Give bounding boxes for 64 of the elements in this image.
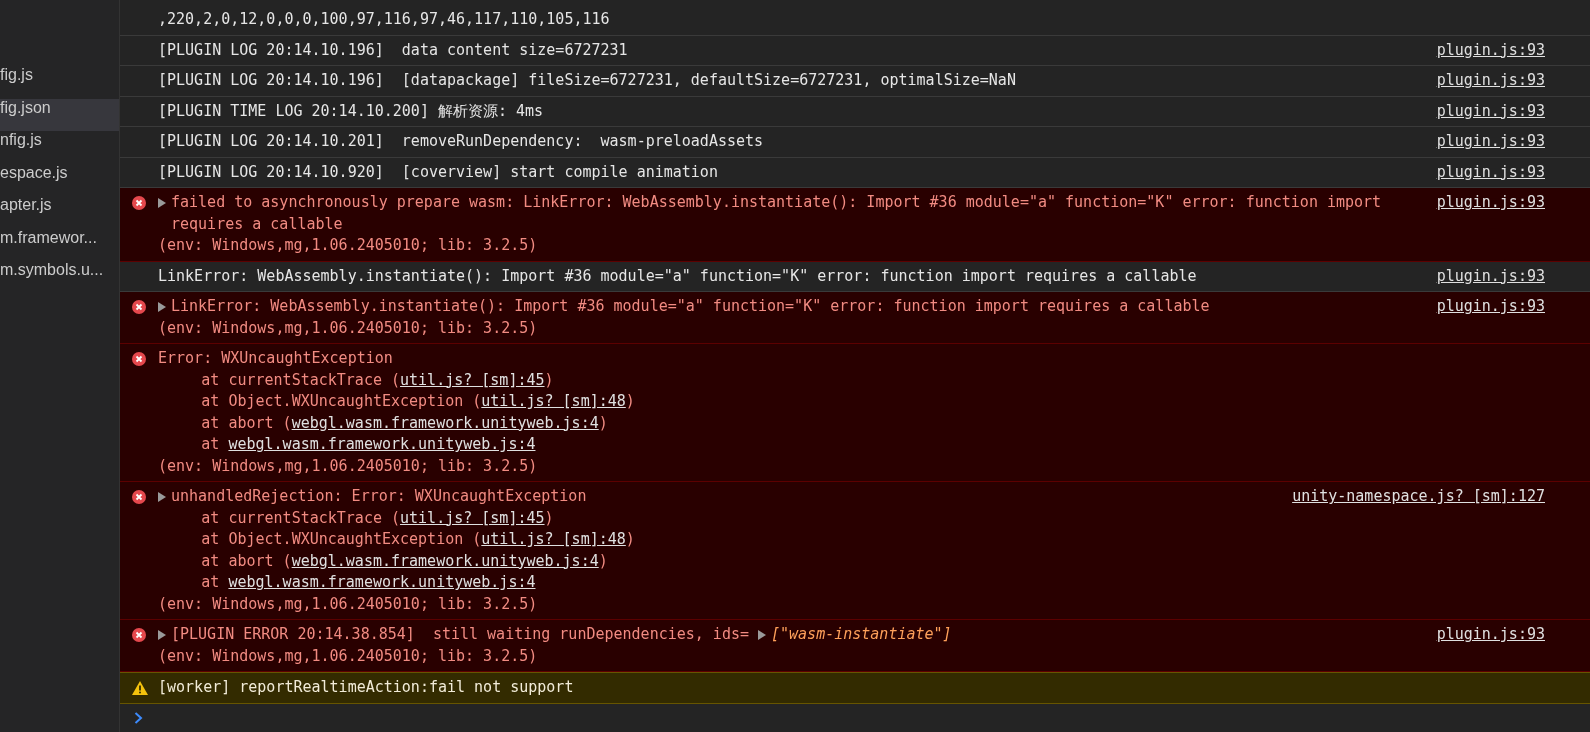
source-link[interactable]: plugin.js:93 [1436, 192, 1545, 214]
source-link[interactable]: plugin.js:93 [1436, 624, 1545, 646]
log-message: (env: Windows,mg,1.06.2405010; lib: 3.2.5) [158, 593, 539, 615]
stack-frame: at abort (webgl.wasm.framework.unityweb.js:4) [158, 412, 1545, 434]
log-message: LinkError: WebAssembly.instantiate(): Import #36 module="a" function="K" error: function import requires a callable [158, 265, 1198, 287]
source-link[interactable]: unity-namespace.js? [sm]:127 [1292, 486, 1545, 508]
file-item[interactable]: m.symbols.u... [0, 261, 119, 294]
log-message: [PLUGIN LOG 20:14.10.201] removeRunDependency: wasm-preloadAssets [158, 131, 765, 152]
source-link[interactable]: plugin.js:93 [1436, 265, 1545, 287]
log-message: LinkError: WebAssembly.instantiate(): Import #36 module="a" function="K" error: function import requires a callable [171, 296, 1210, 317]
log-message: failed to asynchronously prepare wasm: LinkError: WebAssembly.instantiate(): Import #36 module="a" function="K" error: function import requires a callable [171, 192, 1383, 235]
log-message: [PLUGIN TIME LOG 20:14.10.200] 解析资源: 4ms [158, 100, 545, 122]
log-message: (env: Windows,mg,1.06.2405010; lib: 3.2.5) [158, 235, 539, 256]
array-value[interactable]: ["wasm-instantiate"] [771, 624, 952, 646]
stack-link[interactable]: util.js? [sm]:48 [481, 529, 626, 551]
file-item[interactable]: espace.js [0, 163, 119, 196]
error-icon [132, 299, 146, 314]
file-item[interactable]: m.framewor... [0, 228, 119, 261]
stack-frame: at webgl.wasm.framework.unityweb.js:4 [158, 572, 1269, 594]
stack-frame: at Object.WXUncaughtException (util.js? [sm]:48) [158, 529, 1269, 551]
log-message: [worker] reportRealtimeAction:fail not support [158, 677, 575, 698]
log-message: ,220,2,0,12,0,0,0,100,97,116,97,46,117,110,105,116 [158, 9, 611, 30]
source-link[interactable]: plugin.js:93 [1436, 296, 1545, 318]
expand-icon[interactable] [758, 629, 766, 640]
expand-icon[interactable] [158, 492, 166, 502]
expand-icon[interactable] [158, 630, 166, 640]
log-message: [PLUGIN LOG 20:14.10.196] [datapackage] fileSize=6727231, defaultSize=6727231, optimalSize=NaN [158, 70, 1017, 91]
error-icon [132, 195, 146, 210]
file-item[interactable]: fig.json [0, 98, 119, 131]
stack-link[interactable]: webgl.wasm.framework.unityweb.js:4 [228, 572, 536, 594]
error-icon [132, 489, 146, 504]
log-message: [PLUGIN LOG 20:14.10.920] [coverview] start compile animation [158, 161, 719, 183]
stack-link[interactable]: webgl.wasm.framework.unityweb.js:4 [228, 434, 536, 456]
expand-icon[interactable] [158, 302, 166, 312]
stack-link[interactable]: webgl.wasm.framework.unityweb.js:4 [291, 412, 599, 434]
stack-link[interactable]: util.js? [sm]:45 [400, 507, 545, 529]
file-item[interactable]: apter.js [0, 196, 119, 229]
error-icon [132, 351, 146, 366]
log-message: unhandledRejection: Error: WXUncaughtException [171, 486, 587, 507]
source-link[interactable]: plugin.js:93 [1436, 161, 1545, 183]
stack-link[interactable]: util.js? [sm]:45 [400, 369, 545, 391]
log-message: [PLUGIN LOG 20:14.10.196] data content size=6727231 [158, 39, 629, 61]
error-icon [132, 627, 146, 642]
prompt-icon[interactable] [134, 711, 143, 724]
source-link[interactable]: plugin.js:93 [1436, 39, 1545, 61]
stack-frame: at currentStackTrace (util.js? [sm]:45) [158, 369, 1545, 391]
log-message: Error: WXUncaughtException [158, 348, 394, 369]
log-message: (env: Windows,mg,1.06.2405010; lib: 3.2.5) [158, 455, 539, 477]
stack-frame: at Object.WXUncaughtException (util.js? [sm]:48) [158, 391, 1545, 413]
stack-link[interactable]: util.js? [sm]:48 [481, 391, 626, 413]
source-link[interactable]: plugin.js:93 [1436, 100, 1545, 122]
stack-frame: at abort (webgl.wasm.framework.unityweb.js:4) [158, 550, 1269, 572]
stack-frame: at currentStackTrace (util.js? [sm]:45) [158, 507, 1269, 529]
warning-icon [132, 680, 148, 695]
stack-frame: at webgl.wasm.framework.unityweb.js:4 [158, 434, 1545, 456]
log-message: (env: Windows,mg,1.06.2405010; lib: 3.2.5) [158, 317, 539, 339]
file-item[interactable]: fig.js [0, 66, 119, 99]
log-message: (env: Windows,mg,1.06.2405010; lib: 3.2.5) [158, 645, 539, 667]
file-item[interactable]: nfig.js [0, 131, 119, 164]
log-message: [PLUGIN ERROR 20:14.38.854] still waiting runDependencies, ids= ["wasm-instantiate"] [171, 624, 952, 646]
source-link[interactable]: plugin.js:93 [1436, 131, 1545, 153]
expand-icon[interactable] [158, 198, 166, 208]
source-link[interactable]: plugin.js:93 [1436, 70, 1545, 92]
stack-link[interactable]: webgl.wasm.framework.unityweb.js:4 [291, 550, 599, 572]
